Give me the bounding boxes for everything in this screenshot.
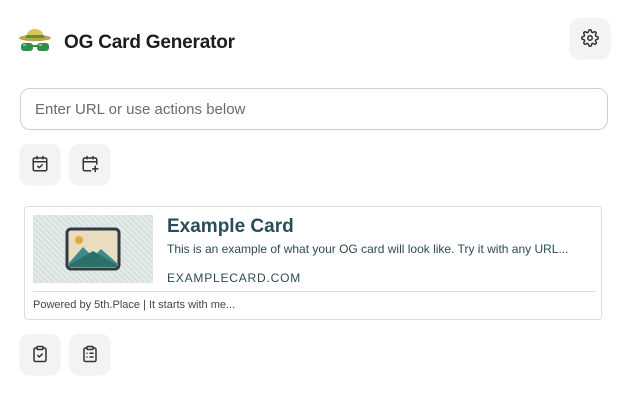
app-header: OG Card Generator [18, 18, 610, 64]
page-title: OG Card Generator [64, 32, 235, 53]
clipboard-check-icon [31, 345, 49, 363]
card-domain: EXAMPLECARD.COM [167, 271, 302, 285]
clipboard-list-icon [81, 345, 99, 363]
image-placeholder-icon [65, 227, 121, 271]
settings-button[interactable] [570, 18, 610, 58]
spy-hat-glasses-icon [18, 28, 52, 56]
card-image [33, 215, 153, 283]
gear-icon [581, 29, 599, 47]
card-description: This is an example of what your OG card … [167, 242, 569, 256]
clipboard-check-button[interactable] [20, 334, 60, 374]
og-card-preview[interactable]: Example Card This is an example of what … [24, 206, 602, 320]
calendar-check-icon [31, 155, 49, 173]
clipboard-list-button[interactable] [70, 334, 110, 374]
calendar-check-button[interactable] [20, 144, 60, 184]
calendar-plus-icon [81, 155, 99, 173]
calendar-plus-button[interactable] [70, 144, 110, 184]
card-divider [33, 291, 595, 292]
card-footer: Powered by 5th.Place | It starts with me… [33, 299, 236, 311]
card-title: Example Card [167, 216, 294, 237]
url-input[interactable] [20, 88, 608, 130]
